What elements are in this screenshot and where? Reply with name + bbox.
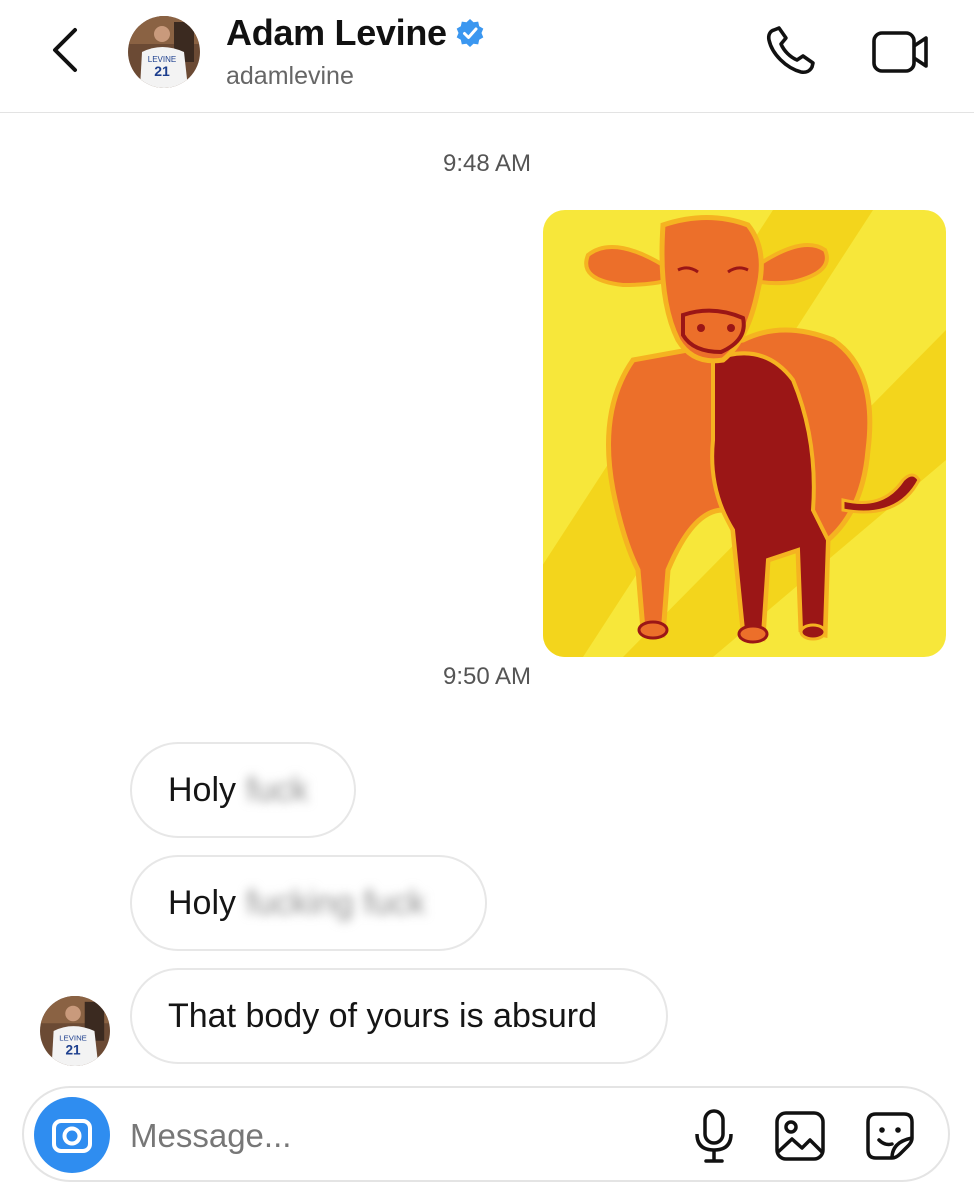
voice-message-button[interactable] bbox=[686, 1108, 742, 1164]
contact-name-row[interactable]: Adam Levine bbox=[226, 12, 485, 54]
svg-text:LEVINE: LEVINE bbox=[59, 1034, 87, 1043]
received-message[interactable]: Holy fucking fuck bbox=[130, 855, 487, 951]
chevron-left-icon bbox=[53, 28, 77, 72]
message-input[interactable] bbox=[128, 1108, 652, 1164]
received-message[interactable]: That body of yours is absurd bbox=[130, 968, 668, 1064]
gallery-button[interactable] bbox=[772, 1108, 828, 1164]
audio-call-button[interactable] bbox=[760, 22, 820, 82]
sender-avatar[interactable]: LEVINE 21 bbox=[40, 996, 110, 1066]
video-call-button[interactable] bbox=[868, 24, 934, 80]
camera-button[interactable] bbox=[34, 1097, 110, 1173]
svg-text:21: 21 bbox=[65, 1042, 81, 1057]
profile-avatar[interactable]: LEVINE 21 bbox=[128, 16, 200, 88]
contact-handle: adamlevine bbox=[226, 62, 354, 90]
cow-illustration-image bbox=[543, 210, 946, 657]
received-message[interactable]: Holy fuck bbox=[130, 742, 356, 838]
gallery-icon bbox=[775, 1111, 825, 1161]
sent-image-message[interactable] bbox=[543, 210, 946, 657]
message-timestamp: 9:48 AM bbox=[442, 150, 532, 177]
message-timestamp: 9:50 AM bbox=[442, 663, 532, 690]
video-camera-icon bbox=[872, 31, 928, 73]
conversation-header: LEVINE 21 Adam Levine adamlevine bbox=[0, 0, 974, 113]
message-text: Holy bbox=[168, 883, 237, 922]
svg-text:21: 21 bbox=[154, 63, 170, 79]
message-text: Holy bbox=[168, 770, 237, 809]
back-button[interactable] bbox=[42, 24, 88, 76]
camera-icon bbox=[52, 1119, 92, 1153]
verified-badge-icon bbox=[456, 19, 484, 47]
contact-name: Adam Levine bbox=[226, 12, 447, 53]
sticker-icon bbox=[866, 1112, 914, 1160]
microphone-icon bbox=[695, 1109, 733, 1163]
blurred-text: fucking fuck bbox=[246, 883, 426, 922]
blurred-text: fuck bbox=[246, 770, 309, 809]
message-composer bbox=[22, 1086, 950, 1182]
phone-icon bbox=[766, 26, 815, 75]
message-text: That body of yours is absurd bbox=[168, 996, 598, 1035]
sticker-button[interactable] bbox=[862, 1108, 918, 1164]
